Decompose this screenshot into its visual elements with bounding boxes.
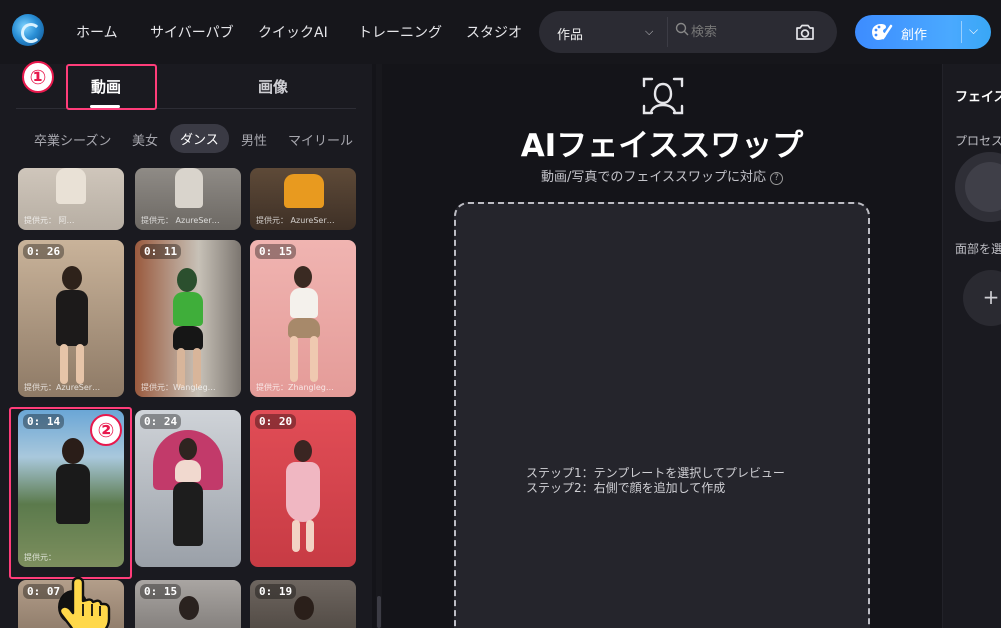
page-title: AIフェイススワップ: [520, 128, 804, 164]
create-button-divider: [961, 21, 962, 43]
add-face-button[interactable]: +: [963, 270, 1001, 326]
face-swap-workspace: AIフェイススワップ 動画/写真でのフェイススワップに対応? ステップ1：テンプ…: [382, 64, 942, 628]
card-figure: [177, 268, 197, 292]
card-figure: [60, 344, 68, 384]
preview-dropzone[interactable]: ステップ1：テンプレートを選択してプレビュー ステップ2：右側で顔を追加して作成: [454, 202, 870, 628]
nav-home[interactable]: ホーム: [76, 22, 118, 42]
card-figure: [173, 326, 203, 350]
category-beauty[interactable]: 美女: [132, 130, 158, 149]
settings-panel: フェイス プロセス 面部を選 +: [942, 64, 1001, 628]
annotation-box-1: [66, 64, 157, 110]
face-select-label: 面部を選: [955, 242, 1001, 256]
annotation-number-2: ②: [90, 414, 122, 446]
card-credit: 提供元： AzureSer…: [256, 216, 335, 225]
step-1: ステップ1：テンプレートを選択してプレビュー: [526, 466, 785, 480]
card-credit: 提供元： AzureSer…: [141, 216, 220, 225]
template-card[interactable]: 0: 15 提供元：Zhangleg…: [250, 240, 356, 397]
card-figure: [284, 174, 324, 208]
template-card[interactable]: 0: 19: [250, 580, 356, 628]
instruction-steps: ステップ1：テンプレートを選択してプレビュー ステップ2：右側で顔を追加して作成: [526, 466, 785, 496]
card-duration: 0: 24: [140, 414, 182, 429]
search-input[interactable]: [691, 21, 787, 43]
process-option[interactable]: [955, 152, 1001, 222]
card-figure: [310, 336, 318, 382]
search-category-select[interactable]: 作品: [557, 24, 583, 43]
template-card[interactable]: 0: 20: [250, 410, 356, 567]
template-card[interactable]: 0: 15: [135, 580, 241, 628]
card-figure: [175, 460, 201, 482]
card-duration: 0: 11: [140, 244, 182, 259]
card-figure: [175, 168, 203, 208]
nav-training[interactable]: トレーニング: [358, 22, 442, 42]
card-figure: [290, 336, 298, 382]
card-figure: [56, 168, 86, 204]
page-subtitle: 動画/写真でのフェイススワップに対応?: [382, 166, 942, 185]
create-button[interactable]: 創作 ⌵: [855, 15, 991, 49]
card-duration: 0: 15: [140, 584, 182, 599]
app-logo-icon[interactable]: [12, 14, 44, 46]
card-figure: [179, 438, 197, 460]
template-card[interactable]: 提供元： 阿…: [18, 168, 124, 230]
card-figure: [292, 520, 300, 552]
annotation-number-1: ①: [22, 61, 54, 93]
card-figure: [286, 462, 320, 522]
card-figure: [179, 596, 199, 620]
template-panel: 動画 画像 ① 卒業シーズン 美女 ダンス 男性 マイリール 提供元： 阿… 提…: [0, 61, 372, 628]
template-card[interactable]: 提供元： AzureSer…: [250, 168, 356, 230]
card-credit: 提供元：Zhangleg…: [256, 383, 334, 392]
card-duration: 0: 19: [255, 584, 297, 599]
category-dance[interactable]: ダンス: [170, 124, 229, 153]
card-figure: [306, 520, 314, 552]
card-figure: [294, 596, 314, 620]
subtitle-text: 動画/写真でのフェイススワップに対応: [541, 170, 766, 185]
card-figure: [294, 266, 312, 288]
template-card[interactable]: 提供元： AzureSer…: [135, 168, 241, 230]
category-my-reel[interactable]: マイリール: [288, 130, 353, 149]
card-duration: 0: 20: [255, 414, 297, 429]
category-male[interactable]: 男性: [241, 130, 267, 149]
tab-image[interactable]: 画像: [258, 76, 288, 97]
app-window: ホーム サイバーパブ クイックAI トレーニング スタジオ 作品 ⌵ 検索 創作…: [0, 0, 1001, 628]
search-icon: [675, 22, 689, 36]
card-duration: 0: 15: [255, 244, 297, 259]
card-figure: [56, 290, 88, 346]
card-figure: [288, 318, 320, 338]
palette-icon: [872, 24, 893, 40]
card-duration: 0: 26: [23, 244, 65, 259]
help-icon[interactable]: ?: [770, 172, 783, 185]
panel-scrollbar-thumb[interactable]: [377, 596, 381, 628]
camera-icon[interactable]: [793, 20, 817, 44]
card-credit: 提供元：Wangleg…: [141, 383, 216, 392]
top-bar: ホーム サイバーパブ クイックAI トレーニング スタジオ 作品 ⌵ 検索 創作…: [0, 0, 1001, 64]
card-figure: [173, 482, 203, 546]
chevron-down-icon[interactable]: ⌵: [645, 25, 653, 39]
process-label: プロセス: [955, 134, 1001, 148]
template-card[interactable]: 0: 11 提供元：Wangleg…: [135, 240, 241, 397]
face-scan-icon: [642, 77, 684, 115]
card-figure: [62, 266, 82, 290]
search-bar: 作品 ⌵: [539, 11, 837, 53]
template-card[interactable]: 0: 26 提供元：AzureSer…: [18, 240, 124, 397]
card-figure: [294, 440, 312, 462]
card-credit: 提供元： 阿…: [24, 216, 75, 225]
create-dropdown-chevron-icon[interactable]: ⌵: [969, 23, 978, 38]
card-figure: [173, 292, 203, 326]
card-figure: [290, 288, 318, 318]
card-credit: 提供元：AzureSer…: [24, 383, 101, 392]
create-button-label: 創作: [901, 28, 928, 43]
category-graduation[interactable]: 卒業シーズン: [34, 130, 111, 149]
settings-title: フェイス: [955, 90, 1001, 105]
step-2: ステップ2：右側で顔を追加して作成: [526, 481, 726, 495]
card-figure: [76, 344, 84, 384]
hand-pointer-icon: [58, 576, 111, 628]
nav-quick-ai[interactable]: クイックAI: [258, 22, 328, 42]
nav-cyberpub[interactable]: サイバーパブ: [150, 22, 234, 42]
nav-studio[interactable]: スタジオ: [466, 22, 522, 42]
search-divider: [667, 17, 668, 47]
template-card[interactable]: 0: 24: [135, 410, 241, 567]
